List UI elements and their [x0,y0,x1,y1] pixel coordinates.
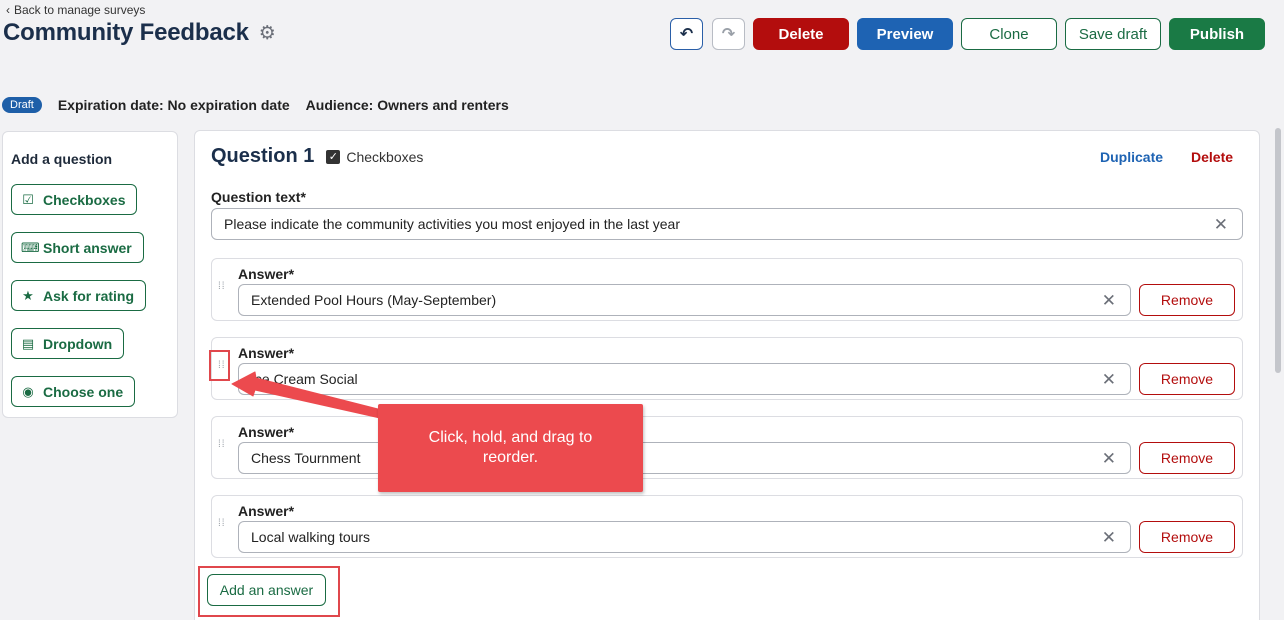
remove-answer-button[interactable]: Remove [1139,442,1235,474]
remove-answer-button[interactable]: Remove [1139,284,1235,316]
answer-label: Answer* [238,266,295,282]
answer-row: ⁞⁞ Answer* Chess Tournment ✕ Remove [211,416,1243,479]
undo-icon: ↶ [679,26,694,43]
publish-button[interactable]: Publish [1169,18,1265,50]
undo-button[interactable]: ↶ [670,18,703,50]
add-short-answer-button[interactable]: ⌨ Short answer [11,232,144,263]
page-title: Community Feedback ⚙ [3,19,276,47]
question-title-text: Question 1 [211,145,315,167]
question-text-value: Please indicate the community activities… [224,216,681,232]
answer-row: ⁞⁞ Answer* Local walking tours ✕ Remove [211,495,1243,558]
clear-icon[interactable]: ✕ [1102,528,1116,548]
clear-icon[interactable]: ✕ [1102,449,1116,469]
add-choose-one-button[interactable]: ◉ Choose one [11,376,136,407]
drag-handle-highlight [209,350,230,381]
radio-icon: ◉ [22,383,34,399]
question-title: Question 1 ✓ Checkboxes [211,145,423,168]
question-type-label: Checkboxes [346,148,424,165]
answer-input[interactable]: Extended Pool Hours (May-September) ✕ [238,284,1131,316]
add-answer-highlight: Add an answer [198,566,340,617]
add-dropdown-label: Dropdown [43,335,113,352]
short-answer-icon: ⌨ [21,239,40,255]
answer-label: Answer* [238,503,295,519]
answer-label: Answer* [238,345,295,361]
redo-icon: ↷ [721,26,736,43]
add-short-answer-label: Short answer [43,239,132,256]
answer-input[interactable]: Chess Tournment ✕ [238,442,1131,474]
answer-value: Ice Cream Social [251,371,358,387]
add-choose-one-label: Choose one [43,383,124,400]
add-question-panel: Add a question ☑ Checkboxes ⌨ Short answ… [2,131,178,418]
clone-button[interactable]: Clone [961,18,1057,50]
delete-question-link[interactable]: Delete [1191,149,1233,165]
question-card: Question 1 ✓ Checkboxes Duplicate Delete… [194,130,1260,620]
save-draft-button[interactable]: Save draft [1065,18,1161,50]
back-link[interactable]: ‹ Back to manage surveys [6,3,145,17]
back-link-label: Back to manage surveys [14,3,146,17]
question-type: ✓ Checkboxes [326,149,423,165]
scrollbar[interactable] [1275,128,1281,373]
question-text-input[interactable]: Please indicate the community activities… [211,208,1243,240]
checkbox-icon: ☑ [22,191,34,207]
question-text-label: Question text* [211,189,306,205]
add-checkboxes-button[interactable]: ☑ Checkboxes [11,184,138,215]
remove-answer-button[interactable]: Remove [1139,521,1235,553]
answer-row: ⁞⁞ Answer* Ice Cream Social ✕ Remove [211,337,1243,400]
answer-value: Extended Pool Hours (May-September) [251,292,497,308]
add-question-heading: Add a question [11,151,113,167]
star-icon: ★ [22,287,34,303]
add-answer-button[interactable]: Add an answer [207,574,326,606]
add-checkboxes-label: Checkboxes [43,191,126,208]
dropdown-icon: ▤ [21,335,35,351]
status-badge: Draft [2,97,42,113]
delete-survey-button[interactable]: Delete [753,18,849,50]
clear-icon[interactable]: ✕ [1102,370,1116,390]
preview-button[interactable]: Preview [857,18,953,50]
answer-label: Answer* [238,424,295,440]
clear-icon[interactable]: ✕ [1102,291,1116,311]
remove-answer-button[interactable]: Remove [1139,363,1235,395]
duplicate-question-link[interactable]: Duplicate [1100,149,1163,165]
expiration-date: Expiration date: No expiration date [57,97,290,113]
answer-row: ⁞⁞ Answer* Extended Pool Hours (May-Sept… [211,258,1243,321]
answer-input[interactable]: Local walking tours ✕ [238,521,1131,553]
add-rating-label: Ask for rating [43,287,135,304]
answer-value: Local walking tours [251,529,371,545]
checkbox-icon: ✓ [326,149,341,164]
chevron-left-icon: ‹ [6,3,10,17]
add-rating-button[interactable]: ★ Ask for rating [11,280,147,311]
add-dropdown-button[interactable]: ▤ Dropdown [11,328,125,359]
answer-input[interactable]: Ice Cream Social ✕ [238,363,1131,395]
drag-handle-icon[interactable]: ⁞⁞ [218,519,226,535]
annotation-callout: Click, hold, and drag to reorder. [378,404,643,492]
audience: Audience: Owners and renters [305,97,509,113]
survey-status-row: Draft Expiration date: No expiration dat… [2,97,509,113]
clear-icon[interactable]: ✕ [1214,215,1228,235]
answer-value: Chess Tournment [251,450,361,466]
drag-handle-icon[interactable]: ⁞⁞ [218,282,226,298]
page-title-text: Community Feedback [3,19,249,46]
redo-button[interactable]: ↷ [712,18,745,50]
gear-icon[interactable]: ⚙ [259,22,276,45]
drag-handle-icon[interactable]: ⁞⁞ [218,440,226,456]
